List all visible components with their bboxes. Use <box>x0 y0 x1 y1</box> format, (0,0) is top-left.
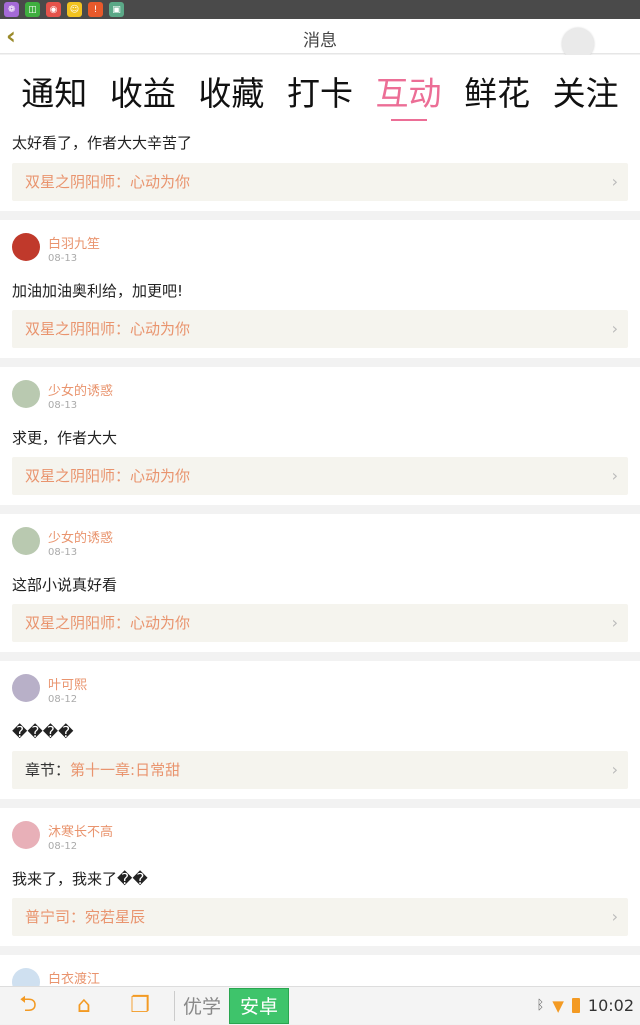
tab-1[interactable]: 收益 <box>103 55 183 129</box>
referenced-work-link[interactable]: 章节：第十一章:日常甜 › <box>12 751 628 789</box>
tab-label: 通知 <box>21 74 88 113</box>
tab-label: 收藏 <box>198 74 265 113</box>
message-header: 少女的诱惑 08-13 <box>12 367 628 423</box>
taskbar-app-anzhuo[interactable]: 安卓 <box>229 987 290 1024</box>
clock: 10:02 <box>587 996 634 1015</box>
page-title: 消息 <box>303 31 337 51</box>
username[interactable]: 叶可熙 <box>48 674 87 693</box>
avatar[interactable] <box>12 380 40 408</box>
chevron-right-icon: › <box>611 172 618 191</box>
chevron-right-icon: › <box>611 613 618 632</box>
message-list[interactable]: 太好看了，作者大大辛苦了 双星之阴阳师：心动为你 › 白羽九笙 08-13 加油加油奥利给… <box>0 129 640 986</box>
tab-5[interactable]: 鲜花 <box>457 55 537 129</box>
username[interactable]: 白羽九笙 <box>48 233 100 252</box>
message-date: 08-12 <box>48 694 78 705</box>
tab-label: 鲜花 <box>464 74 531 113</box>
ref-title: 第十一章:日常甜 <box>70 761 181 779</box>
system-nav-bar: ⮌ ⌂ ❐ 优学 安卓 ᛒ ▼ 10:02 <box>0 986 640 1024</box>
chevron-right-icon: › <box>611 907 618 926</box>
top-bar: ‹ 消息 <box>0 19 640 60</box>
ref-title: 双星之阴阳师：心动为你 <box>25 467 191 485</box>
message-card[interactable]: 少女的诱惑 08-13 求更，作者大大双星之阴阳师：心动为你 › <box>0 367 640 505</box>
referenced-work-link[interactable]: 双星之阴阳师：心动为你 › <box>12 310 628 348</box>
message-text: 太好看了，作者大大辛苦了 <box>12 134 193 152</box>
avatar[interactable] <box>12 821 40 849</box>
app2-icon: ◫ <box>25 2 40 17</box>
avatar[interactable] <box>12 968 40 986</box>
username[interactable]: 少女的诱惑 <box>48 380 113 399</box>
chevron-right-icon: › <box>611 466 618 485</box>
avatar[interactable] <box>12 674 40 702</box>
nav-back-icon[interactable]: ⮌ <box>0 987 56 1025</box>
card-spacer <box>12 348 628 358</box>
tab-3[interactable]: 打卡 <box>280 55 360 129</box>
nav-divider <box>174 990 175 1021</box>
referenced-work-link[interactable]: 双星之阴阳师：心动为你 › <box>12 604 628 642</box>
message-card[interactable]: 太好看了，作者大大辛苦了双星之阴阳师：心动为你 › <box>0 129 640 211</box>
taskbar-app-youxue[interactable]: 优学 <box>183 992 221 1019</box>
message-text: 加油加油奥利给，加更吧! <box>12 282 184 300</box>
ref-title: 双星之阴阳师：心动为你 <box>25 320 191 338</box>
message-tabs: 通知 收益 收藏 打卡 互动 鲜花 关注 <box>0 55 640 129</box>
message-card[interactable]: 沐寒长不高 08-12 我来了，我来了�� 普宁司：宛若星辰 › <box>0 808 640 946</box>
message-date: 08-13 <box>48 400 78 411</box>
message-header: 叶可熙 08-12 <box>12 661 628 717</box>
tab-label: 收益 <box>109 74 176 113</box>
username[interactable]: 白衣渡江 <box>48 968 100 986</box>
app3-icon: ◉ <box>46 2 61 17</box>
avatar[interactable] <box>12 527 40 555</box>
message-card[interactable]: 少女的诱惑 08-13 这部小说真好看双星之阴阳师：心动为你 › <box>0 514 640 652</box>
username[interactable]: 沐寒长不高 <box>48 821 113 840</box>
card-spacer <box>12 495 628 505</box>
app1-icon: ❁ <box>4 2 19 17</box>
message-header: 沐寒长不高 08-12 <box>12 808 628 864</box>
ref-title: 双星之阴阳师：心动为你 <box>25 614 191 632</box>
system-tray: ᛒ ▼ 10:02 <box>537 996 640 1015</box>
tab-label: 关注 <box>552 74 619 113</box>
referenced-work-link[interactable]: 双星之阴阳师：心动为你 › <box>12 163 628 201</box>
android-icon: ▣ <box>109 2 124 17</box>
message-text: ���� <box>12 723 74 741</box>
message-header: 少女的诱惑 08-13 <box>12 514 628 570</box>
referenced-work-link[interactable]: 普宁司：宛若星辰 › <box>12 898 628 936</box>
message-card[interactable]: 叶可熙 08-12 ���� 章节：第十一章:日常甜 › <box>0 661 640 799</box>
ref-title: 普宁司：宛若星辰 <box>25 908 146 926</box>
referenced-work-link[interactable]: 双星之阴阳师：心动为你 › <box>12 457 628 495</box>
card-spacer <box>12 936 628 946</box>
nav-home-icon[interactable]: ⌂ <box>56 987 112 1025</box>
active-tab-underline <box>390 119 427 121</box>
tab-label: 互动 <box>375 74 442 113</box>
system-status-bar: ❁ ◫ ◉ ☺! ▣ <box>0 0 640 19</box>
avatar[interactable] <box>12 233 40 261</box>
username[interactable]: 少女的诱惑 <box>48 527 113 546</box>
message-date: 08-13 <box>48 547 78 558</box>
tab-0[interactable]: 通知 <box>14 55 94 129</box>
message-text: 这部小说真好看 <box>12 576 118 594</box>
warning-icon: ! <box>88 2 103 17</box>
card-spacer <box>12 201 628 211</box>
card-spacer <box>12 789 628 799</box>
message-date: 08-12 <box>48 841 78 852</box>
ref-label: 章节： <box>25 761 71 779</box>
message-text: 我来了，我来了�� <box>12 870 148 888</box>
nav-recents-icon[interactable]: ❐ <box>112 987 168 1025</box>
app4-icon: ☺ <box>67 2 82 17</box>
tab-6[interactable]: 关注 <box>546 55 626 129</box>
message-text: 求更，作者大大 <box>12 429 118 447</box>
chevron-right-icon: › <box>611 760 618 779</box>
tab-4[interactable]: 互动 <box>369 55 449 129</box>
message-header: 白衣渡江08-12 <box>12 955 628 986</box>
message-date: 08-13 <box>48 253 78 264</box>
bluetooth-icon: ᛒ <box>536 998 545 1013</box>
ref-title: 双星之阴阳师：心动为你 <box>25 173 191 191</box>
card-spacer <box>12 642 628 652</box>
message-card[interactable]: 白羽九笙 08-13 加油加油奥利给，加更吧! 双星之阴阳师：心动为你 › <box>0 220 640 358</box>
battery-icon <box>571 998 580 1013</box>
wifi-icon: ▼ <box>552 996 564 1015</box>
tab-label: 打卡 <box>286 74 353 113</box>
message-header: 白羽九笙 08-13 <box>12 220 628 276</box>
chevron-right-icon: › <box>611 319 618 338</box>
tab-2[interactable]: 收藏 <box>191 55 271 129</box>
message-card[interactable]: 白衣渡江08-12神呐，这本小说也太好看了趴 <box>0 955 640 986</box>
